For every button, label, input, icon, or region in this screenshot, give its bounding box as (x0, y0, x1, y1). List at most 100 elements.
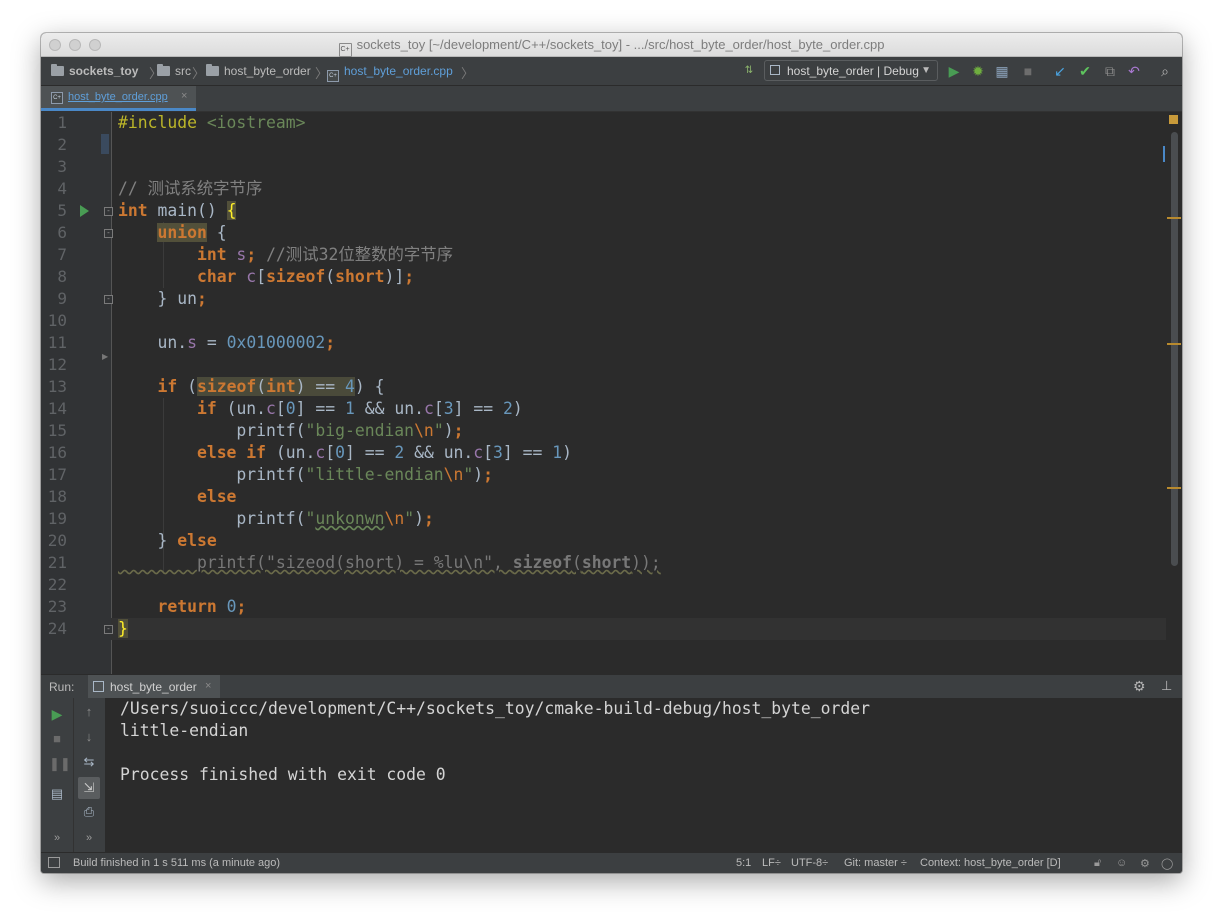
run-icon[interactable]: ▶ (945, 62, 963, 80)
line-number: 23 (47, 597, 67, 616)
line-number: 11 (47, 333, 67, 352)
stop-icon[interactable]: ■ (49, 731, 65, 747)
run-config-label: host_byte_order | Debug (787, 64, 919, 78)
window-title: C+ sockets_toy [~/development/C++/sockets… (41, 37, 1182, 57)
cpp-file-icon: C+ (51, 92, 63, 104)
vcs-update-icon[interactable]: ↙ (1051, 62, 1069, 80)
line-separator-select[interactable]: LF÷ (762, 857, 781, 869)
scroll-to-end-icon[interactable]: ⇲ (78, 777, 100, 799)
code-line-20: } else (157, 531, 217, 550)
debug-icon[interactable]: ✹ (969, 62, 987, 80)
caret-position[interactable]: 5:1 (736, 857, 751, 869)
code-line-13: if (sizeof(int) == 4) { (157, 377, 385, 396)
warning-marker[interactable] (1167, 217, 1181, 219)
layout-icon[interactable]: ▤ (49, 786, 65, 802)
run-configuration-select[interactable]: host_byte_order | Debug ▼ (764, 60, 938, 81)
vcs-commit-icon[interactable]: ✔ (1076, 62, 1094, 80)
line-number: 10 (47, 311, 67, 330)
fold-icon[interactable]: - (104, 625, 113, 634)
code-line-6: union { (157, 223, 227, 242)
breadcrumb-folder-label: host_byte_order (224, 64, 311, 78)
gear-icon[interactable]: ⚙ (1133, 678, 1146, 695)
code-editor[interactable]: 1 2 3 4 5 6 7 8 9 10 11 12 13 14 15 16 1… (41, 112, 1182, 674)
run-console[interactable]: /Users/suoiccc/development/C++/sockets_t… (105, 698, 1182, 852)
run-panel-label: Run: (49, 680, 75, 694)
code-line-24: } (118, 619, 128, 638)
more-icon[interactable]: » (81, 830, 97, 846)
resolve-context-select[interactable]: Context: host_byte_order [D] (920, 857, 1061, 869)
code-line-19: printf("unkonwn\n"); (236, 509, 434, 528)
code-line-4: // 测试系统字节序 (118, 179, 263, 198)
toolbar-divider (73, 698, 74, 852)
inspection-status-icon[interactable] (1169, 115, 1178, 124)
line-number: 14 (47, 399, 67, 418)
code-line-21: printf("sizeod(short) = %lu\n", sizeof(s… (196, 553, 661, 572)
scroll-down-icon[interactable]: ↓ (81, 729, 97, 745)
pause-icon[interactable]: ❚❚ (49, 756, 71, 772)
code-line-14: if (un.c[0] == 1 && un.c[3] == 2) (196, 399, 523, 418)
build-icon[interactable]: ⇅ (740, 62, 758, 80)
editor-scrollbar[interactable] (1171, 132, 1178, 566)
line-number: 2 (57, 135, 67, 154)
console-line: /Users/suoiccc/development/C++/sockets_t… (120, 699, 870, 718)
warning-marker[interactable] (1167, 343, 1181, 345)
wrap-icon[interactable]: ⇆ (81, 754, 97, 770)
fold-icon[interactable]: - (104, 207, 113, 216)
vcs-history-icon[interactable]: ⧉ (1101, 62, 1119, 80)
run-gutter-icon[interactable] (80, 205, 89, 217)
breadcrumb-host-byte-order-folder[interactable]: host_byte_order (206, 64, 311, 78)
search-icon[interactable]: ⌕ (1156, 62, 1174, 80)
breadcrumb-src[interactable]: src (157, 64, 191, 78)
warning-marker[interactable] (1167, 487, 1181, 489)
close-tab-icon[interactable]: × (205, 680, 211, 692)
run-tab-host-byte-order[interactable]: host_byte_order × (88, 675, 220, 699)
code-line-11: un.s = 0x01000002; (157, 333, 336, 352)
run-panel-toolbar: ▶ ■ ❚❚ ▤ » ↑ ↓ ⇆ ⇲ ⎙ » (41, 698, 106, 852)
revert-icon[interactable]: ↶ (1125, 62, 1143, 80)
window-title-text: sockets_toy [~/development/C++/sockets_t… (356, 37, 885, 52)
fold-icon[interactable]: - (104, 295, 113, 304)
event-log-icon[interactable] (48, 857, 60, 868)
change-marker (101, 134, 109, 154)
line-number: 17 (47, 465, 67, 484)
editor-tab-host-byte-order[interactable]: C+ host_byte_order.cpp × (41, 86, 196, 111)
line-number: 24 (47, 619, 67, 638)
code-line-18: else (196, 487, 237, 506)
git-branch-select[interactable]: Git: master ÷ (844, 857, 907, 869)
scroll-up-icon[interactable]: ↑ (81, 704, 97, 720)
line-number: 5 (57, 201, 67, 220)
coverage-icon[interactable]: ▦ (993, 62, 1011, 80)
fold-icon[interactable]: - (104, 229, 113, 238)
stop-icon[interactable]: ■ (1019, 62, 1037, 80)
breadcrumb-project[interactable]: sockets_toy (51, 64, 138, 78)
title-bar: C+ sockets_toy [~/development/C++/sockets… (41, 33, 1182, 57)
code-line-5: int main() { (118, 201, 237, 220)
code-line-15: printf("big-endian\n"); (236, 421, 464, 440)
line-number: 12 (47, 355, 67, 374)
line-number: 22 (47, 575, 67, 594)
print-icon[interactable]: ⎙ (81, 804, 97, 820)
line-number: 16 (47, 443, 67, 462)
cpp-file-icon: C+ (338, 43, 352, 57)
line-number: 6 (57, 223, 67, 242)
more-icon[interactable]: » (49, 830, 65, 846)
line-number: 19 (47, 509, 67, 528)
ide-window: C+ sockets_toy [~/development/C++/sockets… (41, 33, 1182, 873)
chevron-down-icon: ▼ (921, 65, 931, 76)
code-line-9: } un; (157, 289, 207, 308)
rerun-icon[interactable]: ▶ (49, 706, 65, 722)
hide-panel-icon[interactable]: ⊥ (1161, 678, 1172, 694)
hector-icon[interactable]: ☺ (1116, 857, 1127, 869)
notifications-icon[interactable]: ◯ (1161, 857, 1173, 870)
file-encoding-select[interactable]: UTF-8÷ (791, 857, 828, 869)
console-line: little-endian (120, 721, 249, 740)
inspector-icon[interactable]: ⚙ (1140, 857, 1150, 870)
close-tab-icon[interactable]: × (181, 90, 187, 102)
run-config-icon (770, 65, 780, 75)
line-number: 15 (47, 421, 67, 440)
editor-tab-label: host_byte_order.cpp (68, 91, 168, 103)
caret-marker (1163, 146, 1165, 162)
lock-icon[interactable]: 🔓︎ (1094, 857, 1101, 870)
status-message[interactable]: Build finished in 1 s 511 ms (a minute a… (73, 857, 280, 869)
breadcrumb-file[interactable]: C+ host_byte_order.cpp (327, 64, 453, 82)
